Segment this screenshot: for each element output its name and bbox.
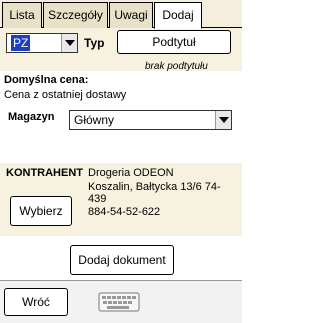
tab-lista[interactable]: Lista: [2, 2, 42, 28]
warehouse-value: Główny: [74, 113, 115, 127]
choose-contractor-button[interactable]: Wybierz: [10, 196, 72, 226]
bottom-bar: Wróć: [0, 280, 242, 323]
contractor-label: KONTRAHENT: [6, 167, 83, 179]
back-button[interactable]: Wróć: [4, 288, 68, 316]
contractor-address: Koszalin, Bałtycka 13/6 74-: [88, 181, 221, 193]
warehouse-select[interactable]: Główny: [69, 110, 232, 130]
warehouse-label: Magazyn: [8, 111, 55, 123]
keyboard-icon[interactable]: [97, 291, 141, 313]
add-document-form: PZ Typ Podtytuł brak podtytułu Domyślna …: [0, 28, 242, 280]
chevron-down-icon: [215, 111, 231, 129]
default-price-label: Domyślna cena:: [4, 74, 89, 86]
add-document-button[interactable]: Dodaj dokument: [70, 245, 174, 275]
tab-bar: Lista Szczegóły Uwagi Dodaj: [0, 0, 242, 29]
type-label: Typ: [84, 36, 105, 50]
contractor-phone: 884-54-52-622: [88, 206, 161, 218]
document-type-value: PZ: [11, 35, 31, 51]
tab-uwagi[interactable]: Uwagi: [109, 2, 153, 28]
default-price-value: Cena z ostatniej dostawy: [4, 89, 127, 101]
subtitle-button[interactable]: Podtytuł: [117, 30, 231, 54]
chevron-down-icon: [61, 34, 77, 52]
contractor-postcode: 439: [88, 193, 107, 205]
tab-szczegoly[interactable]: Szczegóły: [43, 2, 108, 28]
subtitle-text: brak podtytułu: [145, 61, 208, 72]
tab-dodaj[interactable]: Dodaj: [154, 2, 202, 29]
contractor-name: Drogeria ODEON: [88, 167, 174, 179]
document-type-select[interactable]: PZ: [6, 33, 78, 53]
